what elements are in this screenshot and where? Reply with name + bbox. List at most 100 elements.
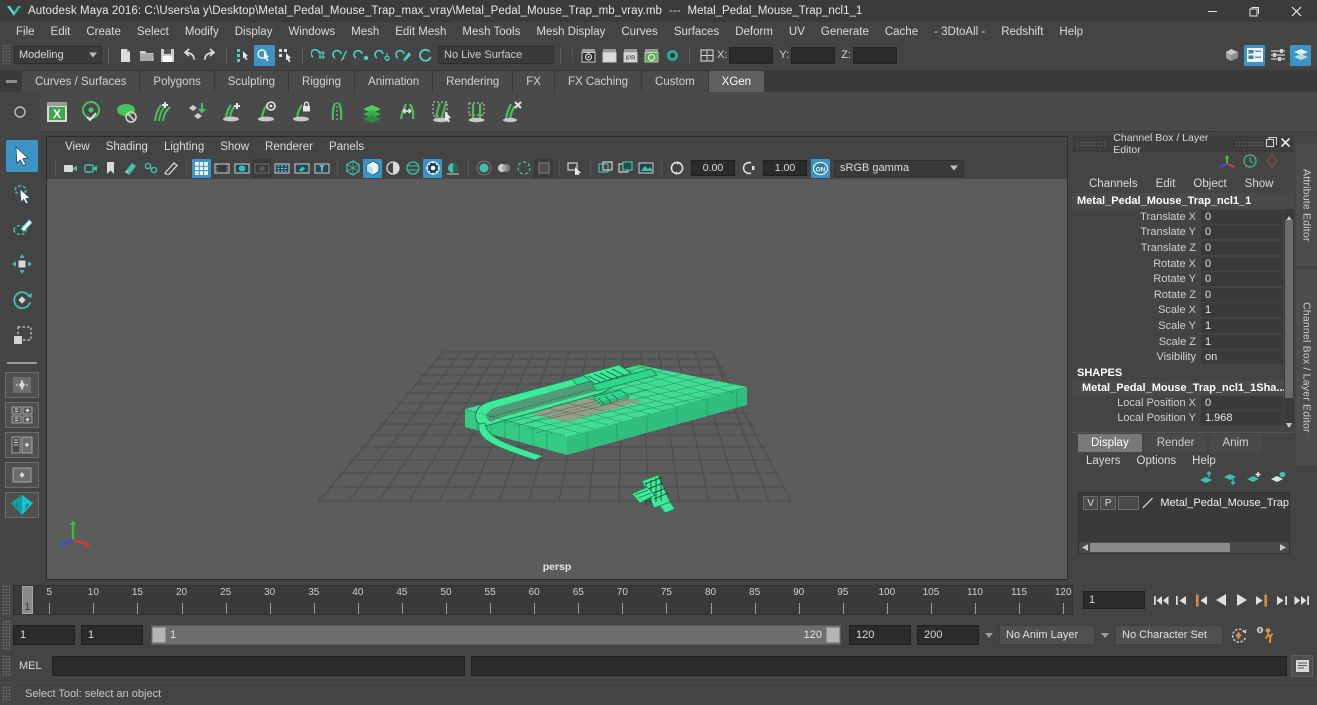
render-current-frame-icon[interactable] (599, 45, 620, 66)
viewport-snapshot-icon[interactable] (596, 159, 615, 178)
scroll-left-arrow[interactable] (1081, 543, 1090, 552)
layer-playback-toggle[interactable]: P (1100, 496, 1116, 511)
save-scene-icon[interactable] (157, 45, 178, 66)
menu-mesh-tools[interactable]: Mesh Tools (454, 23, 528, 41)
lasso-select-tool[interactable] (6, 176, 38, 208)
layer-menu-help[interactable]: Help (1184, 453, 1224, 469)
channel-box-menu-channels[interactable]: Channels (1080, 176, 1147, 192)
menu-select[interactable]: Select (129, 23, 177, 41)
scroll-down-arrow[interactable] (1285, 416, 1293, 428)
menu-deform[interactable]: Deform (727, 23, 781, 41)
menu-modify[interactable]: Modify (177, 23, 227, 41)
step-forward-key-icon[interactable] (1251, 589, 1271, 611)
snap-to-point-icon[interactable] (351, 45, 372, 66)
color-management-selector[interactable]: sRGB gamma (834, 159, 964, 177)
character-set-selector[interactable]: No Character Set (1115, 625, 1223, 645)
create-layer-from-selected-icon[interactable] (1270, 471, 1286, 490)
shelf-tab-curves-surfaces[interactable]: Curves / Surfaces (22, 71, 140, 92)
wireframe-icon[interactable] (343, 159, 362, 178)
shelf-tab-fx-caching[interactable]: FX Caching (554, 71, 642, 92)
move-layer-up-icon[interactable] (1198, 470, 1214, 490)
channel-row[interactable]: Translate Y 0 (1072, 225, 1294, 241)
select-by-object-icon[interactable] (254, 44, 275, 66)
tool-settings-icon[interactable] (1267, 45, 1288, 66)
chevron-down-icon[interactable] (1101, 632, 1109, 638)
scrollbar-thumb[interactable] (1285, 220, 1293, 398)
ambient-occlusion-icon[interactable] (474, 159, 493, 178)
layer-tab-anim[interactable]: Anim (1209, 434, 1262, 453)
go-to-start-icon[interactable] (1151, 589, 1171, 611)
channel-row[interactable]: Rotate X 0 (1072, 256, 1294, 272)
layer-menu-options[interactable]: Options (1129, 453, 1185, 469)
snap-to-grid-icon[interactable] (309, 45, 330, 66)
bookmark-icon[interactable] (101, 159, 120, 178)
xgen-delete-guides-icon[interactable] (495, 95, 529, 129)
shelf-tab-rigging[interactable]: Rigging (289, 71, 355, 92)
move-layer-down-icon[interactable] (1222, 471, 1238, 490)
shelf-tab-animation[interactable]: Animation (355, 71, 433, 92)
outliner-persp-layout[interactable] (5, 432, 39, 458)
chevron-down-icon[interactable] (985, 632, 993, 638)
menu-windows[interactable]: Windows (280, 23, 343, 41)
channel-row[interactable]: Scale Y 1 (1072, 318, 1294, 334)
ipr-render-icon[interactable]: IPR (620, 45, 641, 66)
channel-value[interactable]: 0 (1201, 240, 1283, 255)
range-start-field[interactable]: 1 (81, 625, 143, 645)
grid-toggle-icon[interactable] (192, 158, 211, 178)
channel-value[interactable]: 1.968 (1201, 411, 1283, 426)
menu-edit[interactable]: Edit (43, 23, 79, 41)
channel-value[interactable]: 0 (1201, 209, 1283, 224)
menu-mesh[interactable]: Mesh (343, 23, 387, 41)
channel-box-scrollbar[interactable] (1284, 209, 1294, 428)
viewport-menu-panels[interactable]: Panels (321, 138, 372, 156)
channel-row[interactable]: Scale X 1 (1072, 303, 1294, 319)
render-settings-icon[interactable] (641, 45, 662, 66)
go-to-end-icon[interactable] (1291, 589, 1311, 611)
xgen-add-groomable-splines-icon[interactable] (215, 95, 249, 129)
move-tool[interactable] (6, 248, 38, 280)
animation-end-field[interactable]: 200 (917, 625, 979, 645)
render-view-icon[interactable] (578, 45, 599, 66)
xgen-duplicate-description-icon[interactable] (355, 95, 389, 129)
command-language-label[interactable]: MEL (19, 660, 42, 672)
menu-display[interactable]: Display (227, 23, 281, 41)
texture-border-icon[interactable]: T (312, 159, 331, 178)
step-forward-frame-icon[interactable] (1271, 589, 1291, 611)
layer-menu-layers[interactable]: Layers (1078, 453, 1129, 469)
viewport-menu-renderer[interactable]: Renderer (257, 138, 321, 156)
shelf-options-button[interactable] (0, 91, 40, 132)
exposure-icon[interactable] (667, 159, 686, 178)
gamma-icon[interactable] (739, 159, 758, 178)
shelf-collapse-handle[interactable] (0, 70, 22, 92)
select-by-component-icon[interactable] (275, 45, 296, 66)
restore-button[interactable] (1233, 0, 1275, 22)
layer-list[interactable]: V P Metal_Pedal_Mouse_Trap (1078, 492, 1290, 555)
layer-color-swatch-icon[interactable] (1141, 496, 1154, 510)
shelf-tab-fx[interactable]: FX (513, 71, 554, 92)
xray-icon[interactable] (292, 159, 311, 178)
layer-name[interactable]: Metal_Pedal_Mouse_Trap (1160, 497, 1289, 509)
channel-row[interactable]: Rotate Z 0 (1072, 287, 1294, 303)
channel-value[interactable]: 1 (1201, 334, 1283, 349)
image-plane-icon[interactable] (121, 159, 140, 178)
smooth-shade-all-icon[interactable] (363, 158, 382, 178)
menu-redshift[interactable]: Redshift (993, 23, 1051, 41)
gamma-value[interactable]: 1.00 (763, 160, 807, 176)
viewport-3d[interactable]: persp (47, 179, 1067, 579)
menu-uv[interactable]: UV (781, 23, 813, 41)
exposure-value[interactable]: 0.00 (691, 160, 735, 176)
shaded-wireframe-icon[interactable] (383, 159, 402, 178)
menu-curves[interactable]: Curves (613, 23, 665, 41)
snap-to-curve-icon[interactable] (330, 45, 351, 66)
input-output-connections-icon[interactable] (696, 45, 717, 66)
menu-generate[interactable]: Generate (813, 23, 877, 41)
shelf-tab-rendering[interactable]: Rendering (433, 71, 513, 92)
single-perspective-layout[interactable] (5, 372, 39, 398)
shadows-icon[interactable] (443, 159, 462, 178)
xgen-select-region-icon[interactable] (460, 95, 494, 129)
layer-row[interactable]: V P Metal_Pedal_Mouse_Trap (1079, 493, 1289, 511)
new-scene-icon[interactable] (115, 45, 136, 66)
textured-icon[interactable] (403, 159, 422, 178)
range-end-handle[interactable] (826, 627, 840, 643)
undo-icon[interactable] (178, 45, 199, 66)
